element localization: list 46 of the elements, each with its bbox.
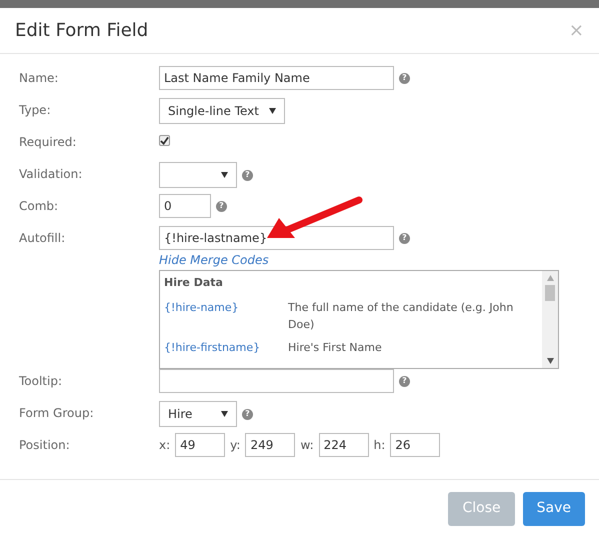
coordinate-label: y: — [230, 437, 240, 454]
coordinate-input[interactable]: 249 — [245, 433, 296, 457]
merge-code-description: The full name of the candidate (e.g. John Doe) — [288, 300, 514, 332]
help-icon[interactable]: ? — [242, 170, 253, 180]
field-label: Autofill: — [19, 230, 66, 247]
coordinate-label: h: — [374, 437, 386, 454]
text-input[interactable]: Last Name Family Name — [159, 66, 394, 90]
coordinate-input[interactable]: 224 — [318, 433, 369, 457]
hide-merge-codes-link[interactable]: Hide Merge Codes — [159, 251, 559, 269]
field-label: Required: — [19, 134, 78, 151]
scroll-thumb[interactable] — [545, 285, 555, 301]
scrollbar[interactable] — [542, 271, 558, 368]
dropdown-select[interactable] — [159, 162, 237, 188]
field-label: Type: — [19, 102, 52, 119]
caret-icon — [221, 172, 228, 178]
save-button[interactable]: Save — [522, 492, 585, 526]
coordinate-input[interactable]: 26 — [390, 433, 440, 457]
help-icon[interactable]: ? — [242, 408, 253, 420]
field-label: Form Group: — [19, 405, 95, 422]
help-icon[interactable]: ? — [216, 200, 227, 212]
dropdown-select[interactable]: Single-line Text — [159, 98, 285, 124]
merge-code-description: Hire's First Name — [288, 340, 383, 356]
caret-icon — [221, 411, 228, 417]
scroll-down-icon[interactable] — [546, 358, 554, 364]
coordinate-label: x: — [159, 437, 170, 454]
help-icon[interactable]: ? — [399, 232, 410, 244]
text-input[interactable] — [159, 369, 394, 393]
scroll-up-icon[interactable] — [546, 275, 554, 281]
dropdown-select[interactable]: Hire — [159, 401, 237, 427]
field-label: Position: — [19, 437, 71, 454]
field-label: Validation: — [19, 166, 84, 183]
merge-code[interactable]: {!hire-firstname} — [164, 338, 288, 356]
merge-group-heading: Hire Data — [164, 275, 224, 291]
field-label: Comb: — [19, 198, 60, 215]
coordinate-label: w: — [300, 437, 314, 454]
coordinate-input[interactable]: 49 — [175, 433, 226, 457]
help-icon[interactable]: ? — [399, 72, 410, 84]
number-input[interactable]: 0 — [159, 194, 211, 218]
merge-code[interactable]: {!hire-name} — [164, 298, 288, 332]
checkbox[interactable] — [159, 135, 170, 146]
dialog-title: Edit Form Field — [15, 19, 148, 43]
help-icon[interactable]: ? — [399, 376, 410, 386]
text-input[interactable]: {!hire-lastname} — [159, 226, 394, 250]
caret-icon — [268, 108, 276, 114]
field-label: Name: — [19, 70, 60, 87]
field-label: Tooltip: — [19, 373, 64, 390]
